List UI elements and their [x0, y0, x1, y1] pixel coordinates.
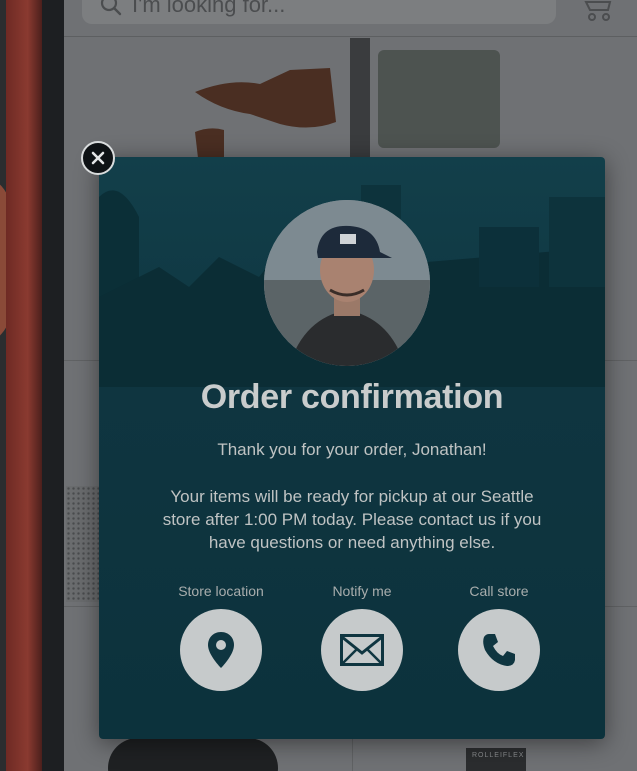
search-bar[interactable]: I'm looking for... — [82, 0, 556, 24]
action-store-location: Store location — [151, 583, 291, 691]
avatar — [264, 200, 430, 366]
thank-you-text: Thank you for your order, Jonathan! — [217, 440, 487, 459]
call-store-button[interactable] — [458, 609, 540, 691]
modal-title: Order confirmation — [200, 378, 504, 416]
store-location-label: Store location — [178, 583, 264, 599]
envelope-icon — [340, 634, 384, 666]
notify-me-label: Notify me — [332, 583, 392, 599]
search-input[interactable]: I'm looking for... — [132, 0, 285, 18]
product-image-pants[interactable] — [378, 50, 500, 148]
avatar-portrait — [264, 200, 430, 366]
phone-bezel — [42, 0, 64, 771]
action-call-store: Call store — [429, 583, 569, 691]
pickup-message: Your items will be ready for pickup at o… — [162, 487, 542, 552]
cart-icon[interactable] — [584, 0, 614, 22]
header-divider — [64, 36, 637, 37]
call-store-label: Call store — [469, 583, 529, 599]
phone-case — [6, 0, 42, 771]
product-image-boots[interactable] — [190, 62, 340, 158]
map-pin-icon — [208, 632, 234, 668]
store-location-button[interactable] — [180, 609, 262, 691]
camera-brand-label: ROLLEIFLEX — [472, 752, 525, 759]
close-icon — [91, 151, 105, 165]
action-notify-me: Notify me — [292, 583, 432, 691]
product-image-lens[interactable] — [108, 738, 278, 771]
notify-me-button[interactable] — [321, 609, 403, 691]
search-icon — [100, 0, 122, 16]
close-button[interactable] — [81, 141, 115, 175]
product-image-belt[interactable] — [350, 38, 370, 158]
phone-icon — [483, 634, 515, 666]
product-image-speaker[interactable] — [66, 486, 100, 602]
